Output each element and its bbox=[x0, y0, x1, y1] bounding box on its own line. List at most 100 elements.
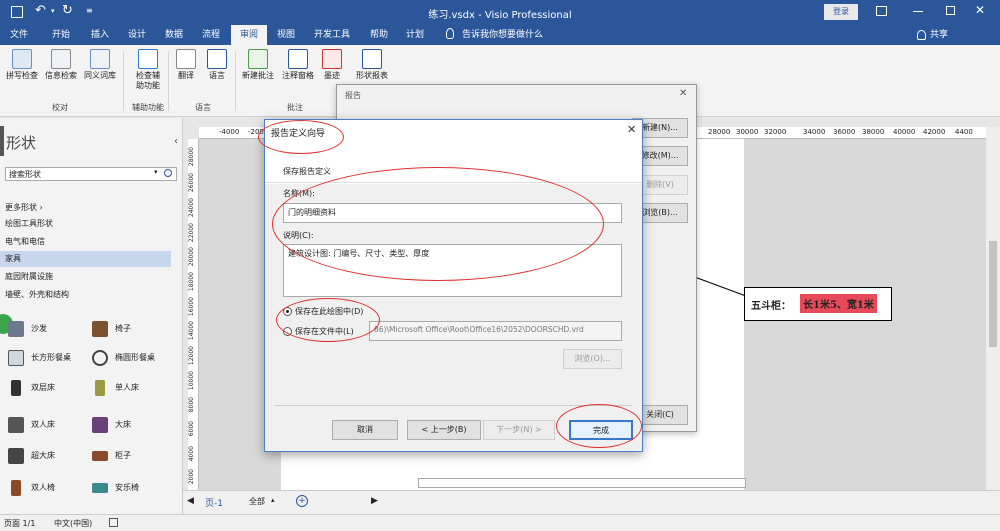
undo-icon[interactable]: ↶ bbox=[35, 3, 46, 18]
ruler-label: 4400 bbox=[955, 128, 973, 136]
thesaurus-label: 同义词库 bbox=[84, 71, 116, 80]
login-button[interactable]: 登录 bbox=[824, 4, 858, 20]
customize-toolbar-icon[interactable]: ≡ bbox=[86, 6, 93, 15]
language-button[interactable]: 语言 bbox=[202, 49, 232, 81]
menu-file[interactable]: 文件 bbox=[3, 25, 35, 45]
save-icon[interactable] bbox=[11, 6, 23, 18]
minimize-icon[interactable] bbox=[913, 11, 923, 12]
callout-shape[interactable]: 五斗柜： 长1米5、宽1米 bbox=[744, 287, 892, 321]
menu-home[interactable]: 开始 bbox=[45, 25, 77, 45]
shape-label: 双人床 bbox=[31, 420, 55, 429]
menu-insert[interactable]: 插入 bbox=[84, 25, 116, 45]
add-page-icon[interactable]: + bbox=[296, 495, 308, 507]
menu-process[interactable]: 流程 bbox=[195, 25, 227, 45]
ruler-label: 18000 bbox=[188, 272, 195, 292]
single-bed-icon bbox=[95, 380, 105, 396]
collapse-panel-icon[interactable]: ‹ bbox=[174, 136, 178, 147]
menu-design[interactable]: 设计 bbox=[121, 25, 153, 45]
oval-table-icon bbox=[92, 350, 108, 366]
menu-view[interactable]: 视图 bbox=[270, 25, 302, 45]
shape-reports-icon bbox=[362, 49, 382, 69]
search-icon[interactable] bbox=[164, 169, 172, 177]
tell-me-input[interactable]: 告诉我你想要做什么 bbox=[462, 25, 543, 45]
tab-prev-icon[interactable]: ◀ bbox=[187, 496, 194, 506]
stencil-furniture[interactable]: 家具 bbox=[0, 251, 171, 267]
vertical-ruler: 28000 26000 24000 22000 20000 18000 1600… bbox=[188, 139, 199, 490]
shape-label: 长方形餐桌 bbox=[31, 353, 71, 362]
language-label: 语言 bbox=[209, 71, 225, 80]
user-icon bbox=[917, 30, 926, 40]
stencil-drawing-tools[interactable]: 绘图工具形状 bbox=[0, 216, 171, 232]
shape-label: 双人椅 bbox=[31, 483, 55, 492]
stencil-walls[interactable]: 墙壁、外壳和结构 bbox=[0, 287, 171, 303]
menu-developer[interactable]: 开发工具 bbox=[309, 25, 355, 45]
spell-check-icon bbox=[12, 49, 32, 69]
ruler-label: 32000 bbox=[764, 128, 787, 136]
ribbon-display-icon[interactable] bbox=[876, 6, 887, 16]
translate-button[interactable]: 翻译 bbox=[172, 49, 200, 81]
more-shapes-menu[interactable]: 更多形状 › bbox=[0, 200, 171, 216]
shape-reports-label: 形状报表 bbox=[356, 71, 388, 80]
stencil-electrical[interactable]: 电气和电信 bbox=[0, 234, 171, 250]
maximize-icon[interactable] bbox=[946, 6, 955, 15]
menu-help[interactable]: 帮助 bbox=[363, 25, 395, 45]
shape-label: 椅子 bbox=[115, 324, 131, 333]
more-shapes-label: 更多形状 bbox=[5, 203, 37, 212]
search-input[interactable]: 搜索形状 bbox=[9, 169, 41, 180]
double-bed-icon bbox=[8, 417, 24, 433]
cancel-button[interactable]: 取消 bbox=[332, 420, 398, 440]
panel-collapse-handle[interactable] bbox=[0, 126, 4, 156]
ribbon-divider bbox=[235, 51, 236, 111]
page-tab-1[interactable]: 页-1 bbox=[205, 496, 223, 509]
share-button[interactable]: 共享 bbox=[930, 25, 948, 45]
menu-data[interactable]: 数据 bbox=[158, 25, 190, 45]
callout-highlight: 长1米5、宽1米 bbox=[800, 294, 877, 313]
shape-label: 安乐椅 bbox=[115, 483, 139, 492]
ink-button[interactable]: 墨迹 bbox=[318, 49, 346, 81]
menu-review[interactable]: 审阅 bbox=[231, 25, 267, 45]
search-dropdown-icon[interactable]: ▾ bbox=[154, 168, 158, 176]
all-pages-tab[interactable]: 全部 bbox=[249, 496, 265, 507]
research-button[interactable]: 信息检索 bbox=[42, 49, 80, 81]
undo-dropdown-icon[interactable]: ▾ bbox=[51, 7, 55, 15]
ruler-label: 28000 bbox=[188, 147, 195, 167]
annotation-circle-fields bbox=[272, 167, 604, 281]
translate-label: 翻译 bbox=[178, 71, 194, 80]
stencil-garden[interactable]: 庭园附属设施 bbox=[0, 269, 171, 285]
check-accessibility-button[interactable]: 检查辅助功能 bbox=[128, 49, 168, 91]
wizard-close-icon[interactable]: ✕ bbox=[627, 123, 636, 136]
report-close-icon[interactable]: ✕ bbox=[679, 88, 687, 99]
all-pages-dropdown-icon[interactable]: ▴ bbox=[271, 496, 275, 504]
new-comment-icon bbox=[248, 49, 268, 69]
back-button[interactable]: < 上一步(B) bbox=[407, 420, 481, 440]
sofa-icon bbox=[8, 321, 24, 337]
menu-bar: 文件 开始 插入 设计 数据 流程 审阅 视图 开发工具 帮助 计划 告诉我你想… bbox=[0, 25, 1000, 45]
shape-label: 超大床 bbox=[31, 451, 55, 460]
comment-pane-button[interactable]: 注释窗格 bbox=[279, 49, 317, 81]
ruler-label: 42000 bbox=[923, 128, 946, 136]
next-button[interactable]: 下一步(N) > bbox=[483, 420, 555, 440]
horizontal-scrollbar[interactable] bbox=[418, 478, 746, 488]
chair-icon bbox=[92, 321, 108, 337]
annotation-circle-finish bbox=[556, 404, 642, 448]
redo-icon[interactable]: ↻ bbox=[62, 3, 73, 18]
file-path-input[interactable]: 86)\Microsoft Office\Root\Office16\2052\… bbox=[369, 321, 622, 341]
close-icon[interactable]: ✕ bbox=[975, 3, 985, 17]
new-comment-button[interactable]: 新建批注 bbox=[238, 49, 278, 81]
new-comment-label: 新建批注 bbox=[242, 71, 274, 80]
shape-search-box[interactable]: 搜索形状 ▾ bbox=[5, 167, 177, 181]
shape-label: 柜子 bbox=[115, 451, 131, 460]
browse-button[interactable]: 浏览(O)... bbox=[563, 349, 622, 369]
shape-reports-button[interactable]: 形状报表 bbox=[352, 49, 392, 81]
thesaurus-button[interactable]: 同义词库 bbox=[81, 49, 119, 81]
macro-record-icon[interactable] bbox=[109, 518, 118, 527]
spell-check-button[interactable]: 拼写检查 bbox=[3, 49, 41, 81]
page-count[interactable]: 页面 1/1 bbox=[4, 518, 35, 529]
vertical-scrollbar[interactable] bbox=[986, 127, 1000, 490]
scroll-thumb[interactable] bbox=[989, 241, 997, 347]
tab-next-icon[interactable]: ▶ bbox=[371, 496, 378, 506]
menu-plan[interactable]: 计划 bbox=[399, 25, 431, 45]
language-indicator[interactable]: 中文(中国) bbox=[54, 518, 92, 529]
language-icon bbox=[207, 49, 227, 69]
bunk-bed-icon bbox=[11, 380, 21, 396]
